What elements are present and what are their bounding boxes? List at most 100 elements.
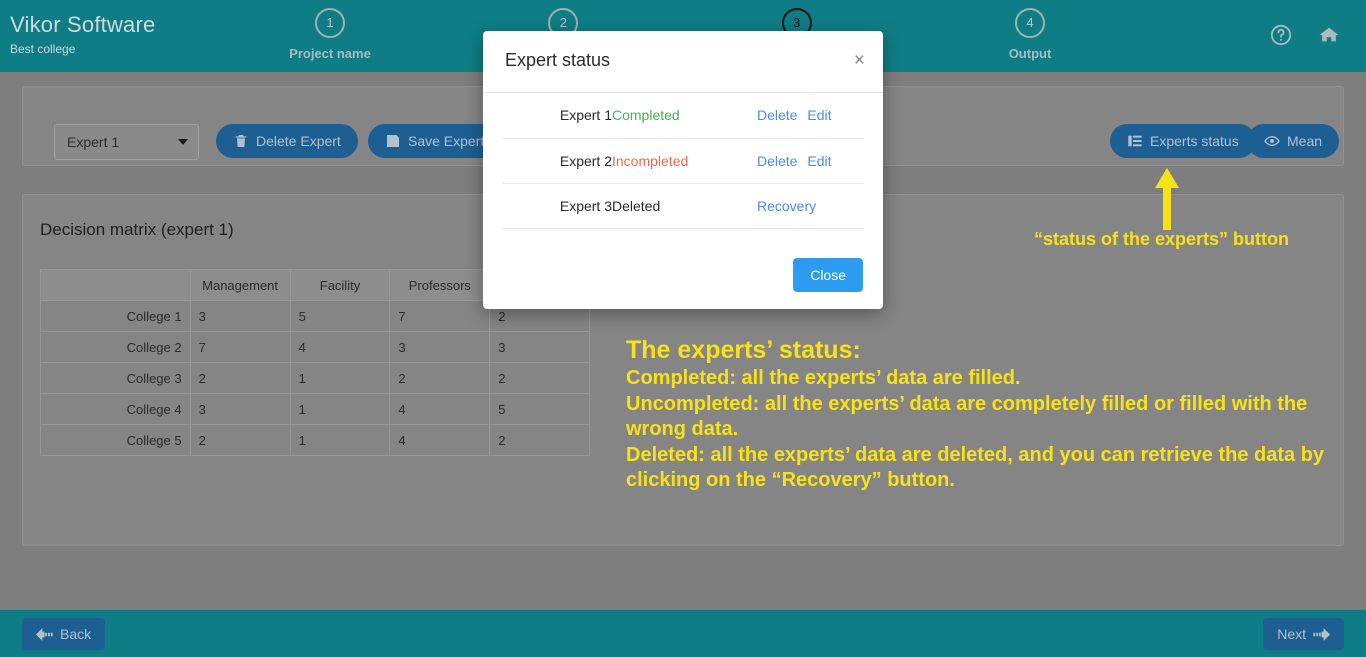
expert-1-name: Expert 1 bbox=[502, 93, 612, 139]
brand-subtitle: Best college bbox=[10, 42, 76, 56]
table-row: Expert 1 Completed Delete Edit bbox=[502, 93, 864, 139]
modal-title: Expert status bbox=[505, 50, 611, 70]
annotation-block: The experts’ status: Completed: all the … bbox=[626, 334, 1362, 494]
table-header-professors: Professors bbox=[389, 269, 491, 301]
matrix-title: Decision matrix (expert 1) bbox=[40, 220, 234, 239]
cell-c4-col4[interactable]: 5 bbox=[489, 393, 590, 425]
expert-status-table: Expert 1 Completed Delete Edit Expert 2 … bbox=[502, 93, 864, 229]
row-label-college-2: College 2 bbox=[40, 331, 191, 363]
delete-link[interactable]: Delete bbox=[757, 107, 797, 123]
table-row: College 5 2 1 4 2 bbox=[40, 424, 590, 456]
cell-c1-professors[interactable]: 7 bbox=[389, 300, 491, 332]
close-button[interactable]: Close bbox=[793, 258, 863, 292]
row-label-college-1: College 1 bbox=[40, 300, 191, 332]
table-header-management: Management bbox=[189, 269, 291, 301]
expert-2-status: Incompleted bbox=[612, 138, 757, 184]
header-icons bbox=[1270, 24, 1340, 46]
next-button[interactable]: Next bbox=[1263, 618, 1344, 650]
list-icon bbox=[1128, 135, 1142, 147]
step-4-label: Output bbox=[1008, 46, 1052, 61]
row-label-college-4: College 4 bbox=[40, 393, 191, 425]
table-row: College 3 2 1 2 2 bbox=[40, 362, 590, 394]
status-badge: Deleted bbox=[612, 197, 661, 214]
row-label-college-5: College 5 bbox=[40, 424, 191, 456]
close-icon[interactable]: × bbox=[854, 51, 865, 70]
back-button[interactable]: Back bbox=[22, 618, 106, 650]
status-badge: Completed bbox=[612, 107, 680, 124]
delete-link[interactable]: Delete bbox=[757, 153, 797, 169]
expert-3-status: Deleted bbox=[612, 183, 757, 229]
cell-c5-facility[interactable]: 1 bbox=[289, 424, 391, 456]
annotation-arrow-label: “status of the experts” button bbox=[1034, 229, 1290, 249]
row-label-college-3: College 3 bbox=[40, 362, 191, 394]
experts-status-button[interactable]: Experts status bbox=[1110, 124, 1256, 158]
annotation-line-uncompleted: Uncompleted: all the experts’ data are c… bbox=[626, 392, 1308, 441]
trash-icon bbox=[235, 135, 247, 147]
home-icon[interactable] bbox=[1318, 24, 1340, 46]
expert-1-actions: Delete Edit bbox=[757, 93, 864, 139]
cell-c2-management[interactable]: 7 bbox=[189, 331, 291, 363]
cell-c3-management[interactable]: 2 bbox=[189, 362, 291, 394]
back-label: Back bbox=[60, 626, 92, 642]
app-footer: Back Next bbox=[0, 610, 1366, 657]
table-row: College 2 7 4 3 3 bbox=[40, 331, 590, 363]
step-1-label: Project name bbox=[289, 46, 371, 61]
table-row: College 4 3 1 4 5 bbox=[40, 393, 590, 425]
cell-c1-management[interactable]: 3 bbox=[189, 300, 291, 332]
table-header-corner bbox=[40, 269, 191, 301]
arrow-left-icon bbox=[36, 627, 53, 641]
experts-status-label: Experts status bbox=[1150, 133, 1239, 149]
edit-link[interactable]: Edit bbox=[807, 107, 831, 123]
brand: Vikor Software Best college bbox=[10, 12, 155, 56]
recovery-link[interactable]: Recovery bbox=[757, 198, 816, 214]
eye-icon bbox=[1264, 135, 1280, 147]
step-4-number: 4 bbox=[1014, 8, 1045, 38]
chevron-down-icon bbox=[178, 139, 188, 145]
save-expert-button[interactable]: Save Expert bbox=[368, 124, 502, 158]
expert-3-actions: Recovery bbox=[757, 183, 864, 229]
annotation-arrow-icon bbox=[1152, 168, 1182, 235]
delete-expert-label: Delete Expert bbox=[256, 133, 341, 149]
annotation-heading: The experts’ status: bbox=[626, 336, 861, 364]
help-circle-icon[interactable] bbox=[1270, 24, 1292, 46]
application-root: Vikor Software Best college 1 Project na… bbox=[0, 0, 1366, 657]
wizard-step-1[interactable]: 1 Project name bbox=[240, 8, 420, 61]
cell-c2-col4[interactable]: 3 bbox=[489, 331, 590, 363]
table-row: Expert 3 Deleted Recovery bbox=[502, 183, 864, 229]
delete-expert-button[interactable]: Delete Expert bbox=[216, 124, 358, 158]
expert-2-actions: Delete Edit bbox=[757, 138, 864, 184]
cell-c4-professors[interactable]: 4 bbox=[389, 393, 491, 425]
edit-link[interactable]: Edit bbox=[807, 153, 831, 169]
mean-button[interactable]: Mean bbox=[1247, 124, 1340, 158]
expert-2-name: Expert 2 bbox=[502, 138, 612, 184]
expert-select-value: Expert 1 bbox=[67, 134, 120, 150]
cell-c2-facility[interactable]: 4 bbox=[289, 331, 391, 363]
annotation-line-deleted: Deleted: all the experts’ data are delet… bbox=[626, 443, 1325, 492]
table-header-facility: Facility bbox=[289, 269, 391, 301]
cell-c3-facility[interactable]: 1 bbox=[289, 362, 391, 394]
status-badge: Incompleted bbox=[612, 152, 689, 169]
expert-status-modal: Expert status × Expert 1 Completed Delet… bbox=[483, 31, 883, 309]
cell-c1-facility[interactable]: 5 bbox=[289, 300, 391, 332]
save-expert-label: Save Expert bbox=[408, 133, 485, 149]
cell-c3-professors[interactable]: 2 bbox=[389, 362, 491, 394]
expert-select[interactable]: Expert 1 bbox=[54, 124, 199, 160]
cell-c4-management[interactable]: 3 bbox=[189, 393, 291, 425]
wizard-step-4[interactable]: 4 Output bbox=[940, 8, 1120, 61]
next-label: Next bbox=[1277, 626, 1306, 642]
annotation-line-completed: Completed: all the experts’ data are fil… bbox=[626, 367, 1021, 389]
mean-label: Mean bbox=[1287, 133, 1323, 149]
arrow-right-icon bbox=[1313, 627, 1330, 641]
save-icon bbox=[387, 135, 399, 147]
modal-header: Expert status × bbox=[483, 31, 883, 93]
cell-c2-professors[interactable]: 3 bbox=[389, 331, 491, 363]
expert-1-status: Completed bbox=[612, 93, 757, 139]
cell-c4-facility[interactable]: 1 bbox=[289, 393, 391, 425]
table-row: Expert 2 Incompleted Delete Edit bbox=[502, 138, 864, 184]
cell-c3-col4[interactable]: 2 bbox=[489, 362, 590, 394]
step-1-number: 1 bbox=[315, 8, 345, 38]
cell-c5-professors[interactable]: 4 bbox=[389, 424, 491, 456]
brand-title: Vikor Software bbox=[10, 12, 156, 37]
cell-c5-management[interactable]: 2 bbox=[189, 424, 291, 456]
cell-c5-col4[interactable]: 2 bbox=[489, 424, 590, 456]
